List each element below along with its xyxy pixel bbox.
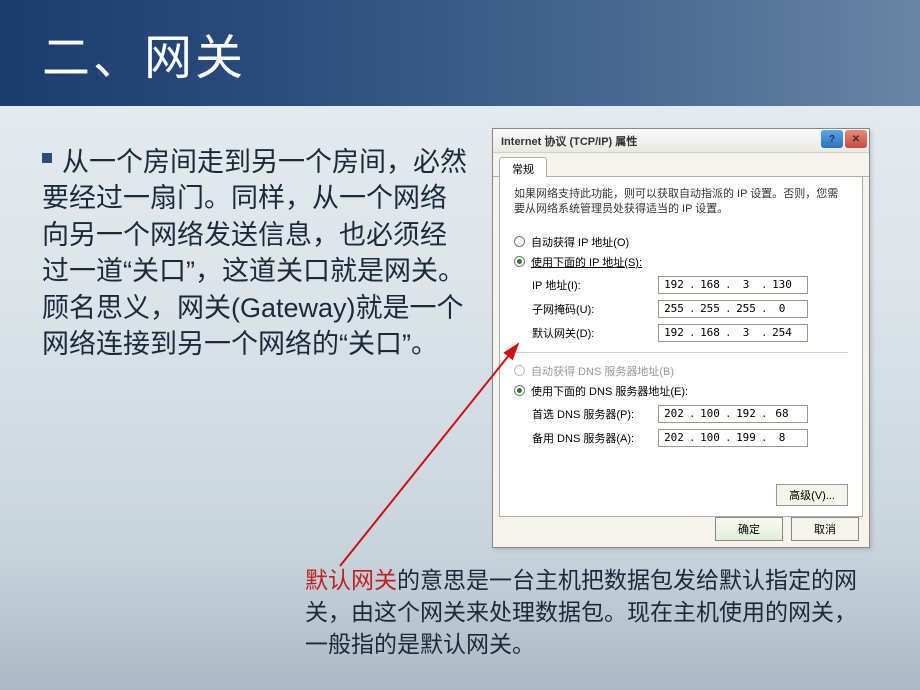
radio-label: 使用下面的 DNS 服务器地址(E): <box>531 383 688 399</box>
field-primary-dns: 首选 DNS 服务器(P): 202. 100. 192. 68 <box>532 405 848 423</box>
field-label: 备用 DNS 服务器(A): <box>532 430 652 446</box>
dialog-title: Internet 协议 (TCP/IP) 属性 <box>501 133 637 149</box>
primary-dns-input[interactable]: 202. 100. 192. 68 <box>658 405 808 423</box>
bullet-marker <box>42 153 52 163</box>
ip-input[interactable]: 192. 168. 3. 130 <box>658 276 808 294</box>
radio-auto-ip[interactable]: 自动获得 IP 地址(O) <box>514 234 848 250</box>
field-ip-address: IP 地址(I): 192. 168. 3. 130 <box>532 276 848 294</box>
slide-title: 二、网关 <box>42 18 246 88</box>
dialog-title-bar: Internet 协议 (TCP/IP) 属性 ? ✕ <box>493 129 869 153</box>
tab-body: 如果网络支持此功能，则可以获取自动指派的 IP 设置。否则，您需要从网络系统管理… <box>499 177 863 517</box>
field-label: 子网掩码(U): <box>532 301 652 317</box>
tab-strip: 常规 <box>493 153 869 177</box>
help-button[interactable]: ? <box>821 130 843 148</box>
slide-title-bar: 二、网关 <box>0 0 920 106</box>
ok-button[interactable]: 确定 <box>715 517 783 541</box>
radio-label: 自动获得 IP 地址(O) <box>531 234 629 250</box>
radio-label: 自动获得 DNS 服务器地址(B) <box>531 363 674 379</box>
cancel-button[interactable]: 取消 <box>791 517 859 541</box>
divider <box>514 352 848 353</box>
radio-manual-dns[interactable]: 使用下面的 DNS 服务器地址(E): <box>514 383 848 399</box>
radio-auto-dns: 自动获得 DNS 服务器地址(B) <box>514 363 848 379</box>
intro-text: 如果网络支持此功能，则可以获取自动指派的 IP 设置。否则，您需要从网络系统管理… <box>514 187 848 218</box>
bullet-text: 从一个房间走到另一个房间，必然要经过一扇门。同样，从一个网络向另一个网络发送信息… <box>42 147 467 359</box>
radio-icon <box>514 236 525 247</box>
field-subnet-mask: 子网掩码(U): 255. 255. 255. 0 <box>532 300 848 318</box>
footnote-highlight: 默认网关 <box>305 567 397 593</box>
radio-manual-ip[interactable]: 使用下面的 IP 地址(S): <box>514 254 848 270</box>
field-label: 默认网关(D): <box>532 325 652 341</box>
radio-label: 使用下面的 IP 地址(S): <box>531 254 642 270</box>
footnote-text: 默认网关的意思是一台主机把数据包发给默认指定的网关，由这个网关来处理数据包。现在… <box>305 564 875 661</box>
radio-icon <box>514 385 525 396</box>
close-button[interactable]: ✕ <box>845 130 867 148</box>
help-icon: ? <box>829 134 835 145</box>
field-label: 首选 DNS 服务器(P): <box>532 406 652 422</box>
alt-dns-input[interactable]: 202. 100. 199. 8 <box>658 429 808 447</box>
bullet-paragraph: 从一个房间走到另一个房间，必然要经过一扇门。同样，从一个网络向另一个网络发送信息… <box>42 144 472 363</box>
field-label: IP 地址(I): <box>532 277 652 293</box>
radio-icon <box>514 256 525 267</box>
gateway-input[interactable]: 192. 168. 3. 254 <box>658 324 808 342</box>
field-alt-dns: 备用 DNS 服务器(A): 202. 100. 199. 8 <box>532 429 848 447</box>
field-default-gateway: 默认网关(D): 192. 168. 3. 254 <box>532 324 848 342</box>
mask-input[interactable]: 255. 255. 255. 0 <box>658 300 808 318</box>
close-icon: ✕ <box>852 134 860 145</box>
advanced-button[interactable]: 高级(V)... <box>776 484 848 506</box>
radio-icon <box>514 365 525 376</box>
tcpip-properties-dialog: Internet 协议 (TCP/IP) 属性 ? ✕ 常规 如果网络支持此功能… <box>492 128 870 548</box>
